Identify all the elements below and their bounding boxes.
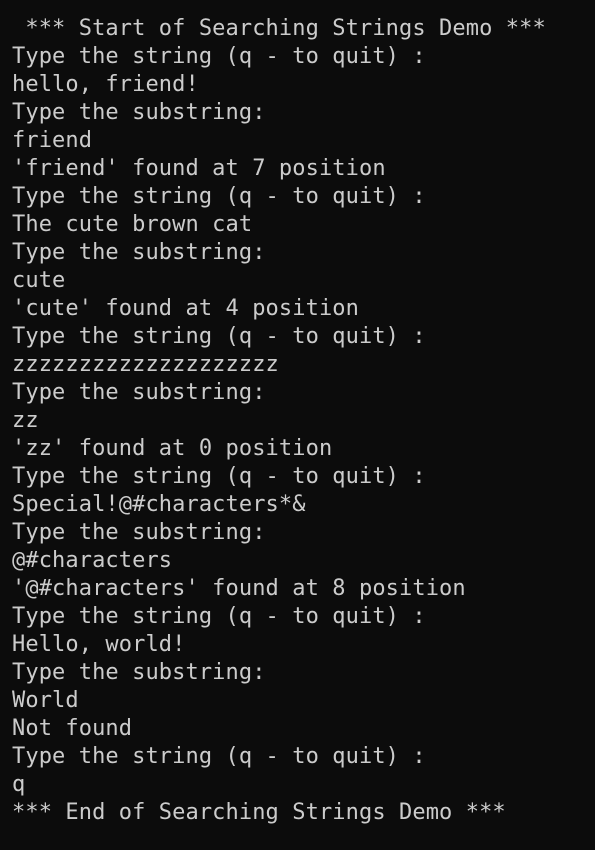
console-line-prompt-string: Type the string (q - to quit) : [12, 44, 426, 69]
console-line-prompt-string: Type the string (q - to quit) : [12, 744, 426, 769]
console-line-input-string: hello, friend! [12, 72, 199, 97]
console-line-prompt-string: Type the string (q - to quit) : [12, 604, 426, 629]
console-line-input-substring: zz [12, 408, 39, 433]
console-line-result: 'zz' found at 0 position [12, 436, 333, 461]
console-output[interactable]: *** Start of Searching Strings Demo *** … [0, 0, 595, 850]
console-line-input-substring: @#characters [12, 548, 173, 573]
console-line-input-string: The cute brown cat [12, 212, 253, 237]
console-line-prompt-substring: Type the substring: [12, 100, 266, 125]
console-line-result: 'cute' found at 4 position [12, 296, 359, 321]
console-line-banner-end: *** End of Searching Strings Demo *** [12, 800, 506, 825]
console-line-input-string: Hello, world! [12, 632, 186, 657]
console-line-prompt-substring: Type the substring: [12, 240, 266, 265]
console-line-input-substring: cute [12, 268, 66, 293]
console-line-prompt-string: Type the string (q - to quit) : [12, 184, 426, 209]
console-line-result: 'friend' found at 7 position [12, 156, 386, 181]
console-line-prompt-string: Type the string (q - to quit) : [12, 464, 426, 489]
console-line-input-string: zzzzzzzzzzzzzzzzzzzz [12, 352, 279, 377]
console-line-input-string: Special!@#characters*& [12, 492, 306, 517]
console-line-result: '@#characters' found at 8 position [12, 576, 466, 601]
console-line-prompt-string: Type the string (q - to quit) : [12, 324, 426, 349]
console-line-prompt-substring: Type the substring: [12, 380, 266, 405]
console-line-banner-start: *** Start of Searching Strings Demo *** [12, 16, 546, 41]
console-line-input-substring: World [12, 688, 79, 713]
console-line-prompt-substring: Type the substring: [12, 520, 266, 545]
console-line-input-substring: friend [12, 128, 93, 153]
console-line-prompt-substring: Type the substring: [12, 660, 266, 685]
console-line-result: Not found [12, 716, 133, 741]
console-line-input-quit: q [12, 772, 26, 797]
